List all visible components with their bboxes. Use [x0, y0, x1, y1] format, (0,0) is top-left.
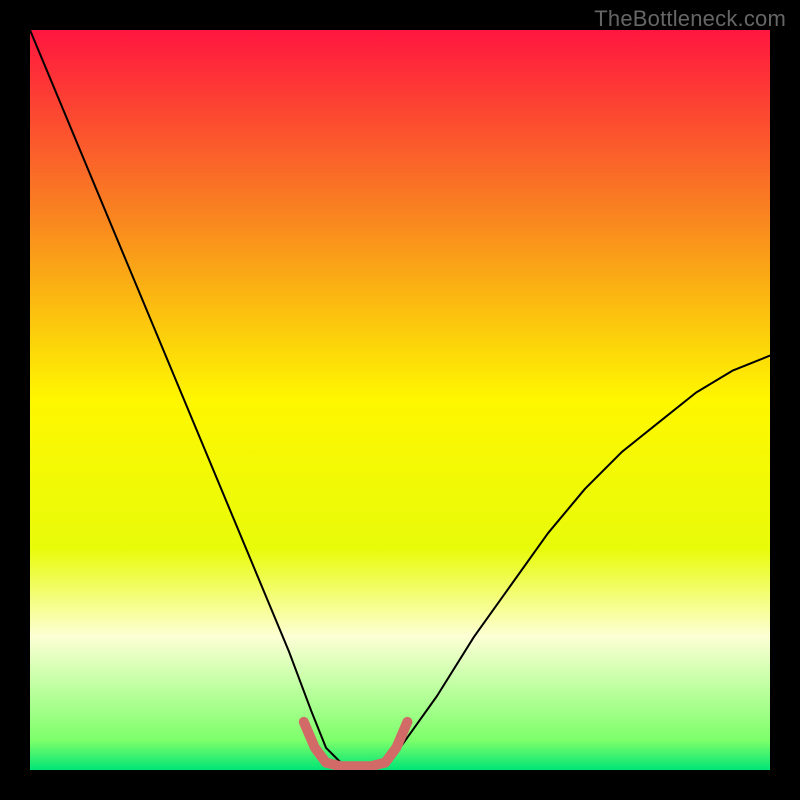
bottleneck-chart	[30, 30, 770, 770]
watermark-text: TheBottleneck.com	[594, 6, 786, 32]
chart-frame: TheBottleneck.com	[0, 0, 800, 800]
plot-background	[30, 30, 770, 770]
